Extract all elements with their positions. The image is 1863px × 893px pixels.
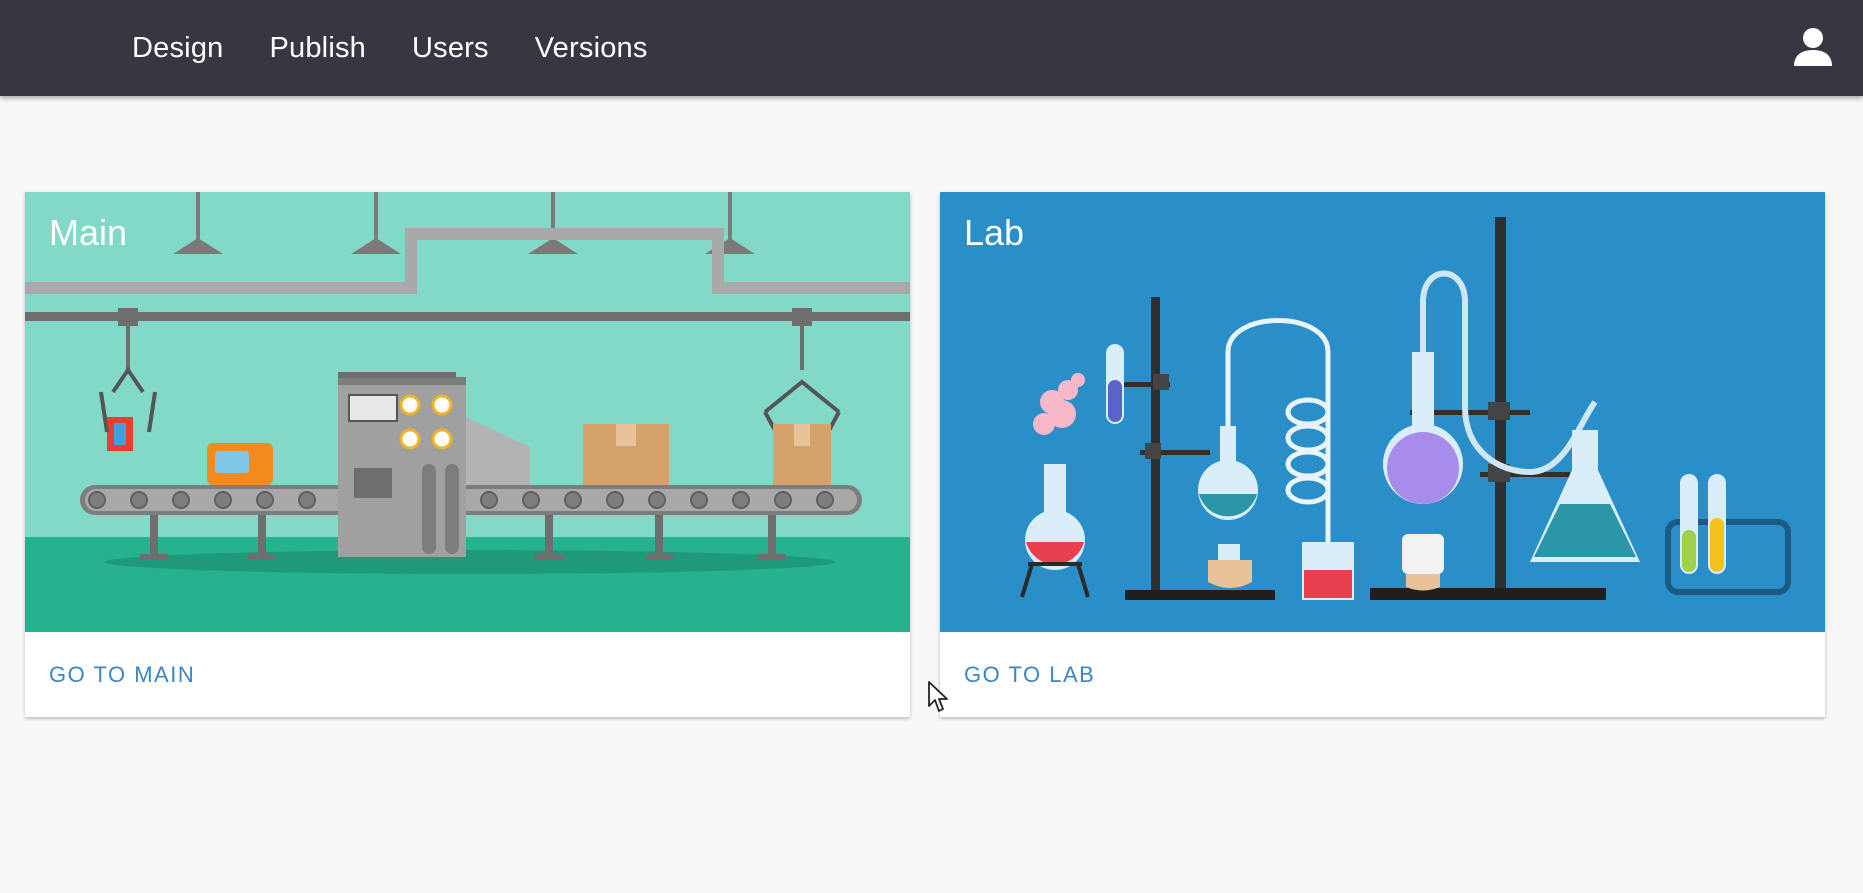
nav-versions[interactable]: Versions [535, 32, 648, 65]
app-bar: Design Publish Users Versions [0, 0, 1863, 96]
lab-card: Lab GO TO LAB [940, 192, 1825, 717]
go-to-lab-button[interactable]: GO TO LAB [964, 662, 1095, 688]
account-icon[interactable] [1791, 26, 1835, 70]
nav-design[interactable]: Design [132, 32, 223, 65]
card-title: Lab [964, 212, 1025, 253]
nav-users[interactable]: Users [412, 32, 489, 65]
mouse-cursor-icon [928, 681, 948, 712]
main-nav: Design Publish Users Versions [132, 0, 648, 96]
main-card: Main GO TO MAIN [25, 192, 910, 717]
card-title: Main [49, 212, 128, 253]
nav-publish[interactable]: Publish [269, 32, 366, 65]
go-to-main-button[interactable]: GO TO MAIN [49, 662, 195, 688]
factory-illustration [25, 192, 910, 632]
lab-illustration [940, 192, 1825, 632]
